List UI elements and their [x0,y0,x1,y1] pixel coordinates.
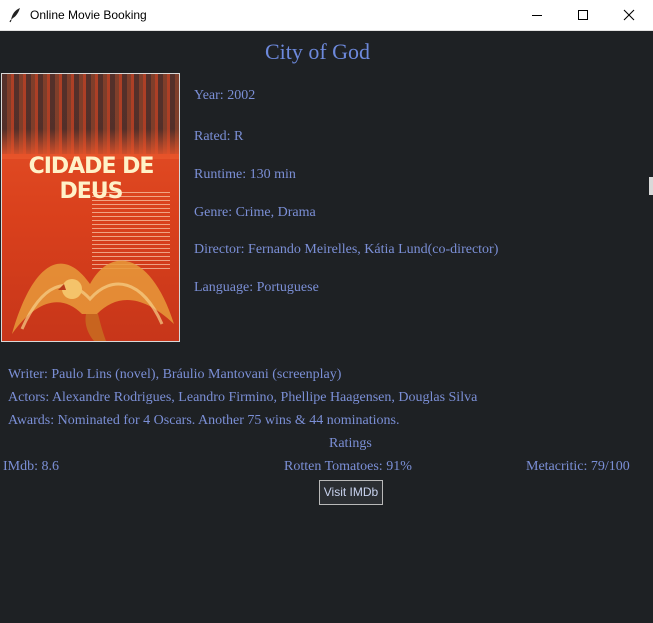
imdb-rating: IMdb: 8.6 [3,459,59,474]
year-label: Year: 2002 [194,88,256,103]
runtime-label: Runtime: 130 min [194,167,296,182]
poster-chicken [12,260,174,341]
close-icon [623,9,635,21]
rotten-tomatoes-rating: Rotten Tomatoes: 91% [284,459,412,474]
window-title: Online Movie Booking [30,8,147,22]
writer-label: Writer: Paulo Lins (novel), Bráulio Mant… [8,367,342,382]
maximize-icon [578,10,588,20]
maximize-button[interactable] [560,0,606,30]
movie-title: City of God [264,39,371,64]
awards-label: Awards: Nominated for 4 Oscars. Another … [8,413,400,428]
close-button[interactable] [606,0,652,30]
scrollbar[interactable] [649,177,653,195]
movie-poster: CIDADE DE DEUS [1,73,180,342]
visit-imdb-button[interactable]: Visit IMDb [319,480,383,505]
rated-label: Rated: R [194,129,244,144]
metacritic-rating: Metacritic: 79/100 [526,459,630,474]
minimize-button[interactable] [514,0,560,30]
genre-label: Genre: Crime, Drama [194,205,316,220]
movie-details-panel: City of God CIDADE DE DEUS Year: 2002 Ra… [0,30,653,623]
title-bar: Online Movie Booking [0,0,653,31]
director-label: Director: Fernando Meirelles, Kátia Lund… [194,242,499,257]
minimize-icon [532,15,542,16]
feather-icon [9,7,23,23]
actors-label: Actors: Alexandre Rodrigues, Leandro Fir… [8,390,478,405]
language-label: Language: Portuguese [194,280,319,295]
ratings-heading: Ratings [329,436,372,451]
